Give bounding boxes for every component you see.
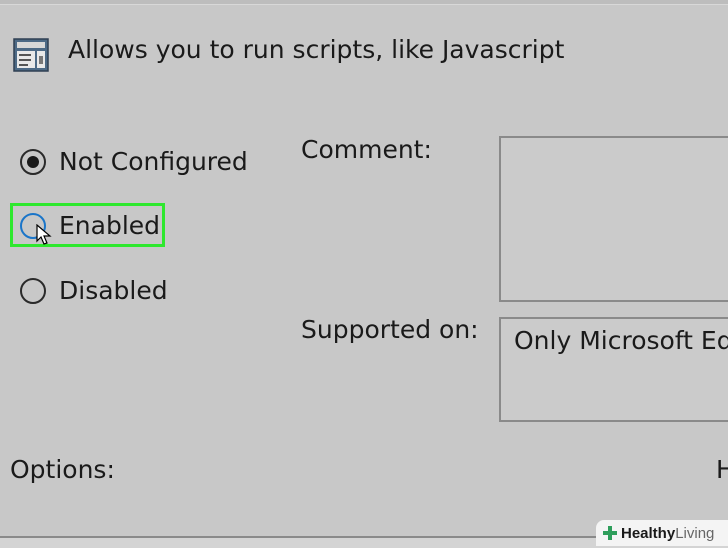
supported-on-text: Only Microsoft Ed — [514, 326, 728, 355]
window-top-edge — [0, 0, 728, 5]
radio-disabled-indicator[interactable] — [20, 278, 46, 304]
help-label: H — [716, 455, 728, 484]
radio-not-configured-indicator[interactable] — [20, 149, 46, 175]
watermark-brand: Healthy — [621, 524, 676, 542]
mouse-cursor-icon — [36, 224, 52, 245]
healthy-living-watermark: HealthyLiving — [596, 520, 728, 546]
enabled-highlight-box — [10, 203, 165, 247]
window-title: Allows you to run scripts, like Javascri… — [68, 35, 565, 64]
radio-not-configured-label: Not Configured — [59, 147, 248, 176]
radio-disabled-label: Disabled — [59, 276, 168, 305]
comment-label: Comment: — [301, 135, 432, 164]
options-label: Options: — [10, 455, 115, 484]
radio-disabled[interactable]: Disabled — [20, 273, 168, 309]
supported-on-label: Supported on: — [301, 315, 479, 344]
comment-textarea[interactable] — [499, 136, 728, 302]
healthy-living-logo-icon — [603, 526, 617, 540]
policy-setting-icon — [13, 38, 49, 72]
supported-on-field[interactable]: Only Microsoft Ed — [499, 317, 728, 422]
watermark-suffix: Living — [675, 524, 715, 542]
radio-not-configured[interactable]: Not Configured — [20, 144, 248, 180]
